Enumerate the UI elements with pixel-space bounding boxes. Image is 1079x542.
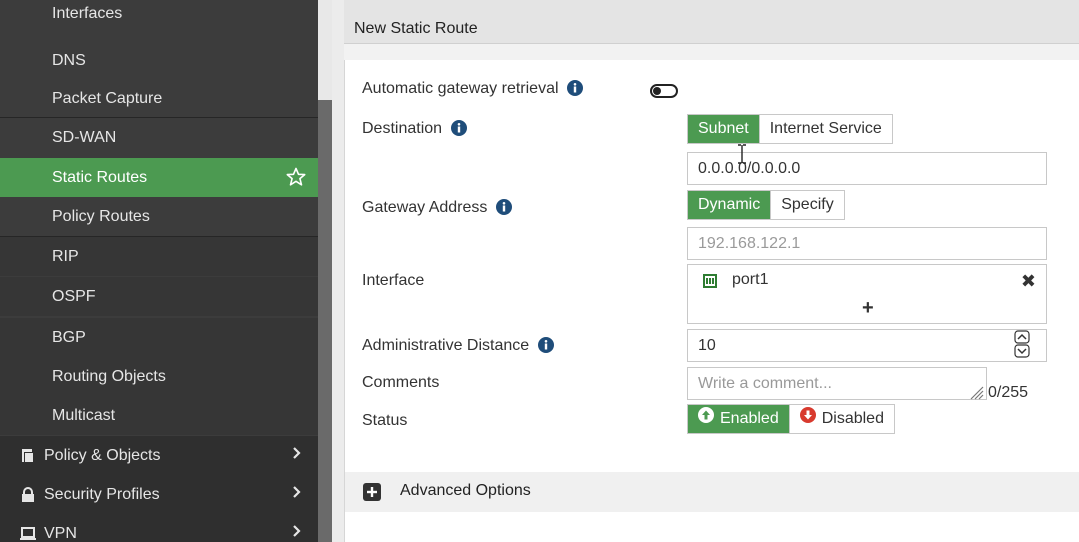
sidebar-item-label: Multicast [52,406,116,424]
sidebar-item-routing-objects[interactable]: Routing Objects [0,357,318,396]
destination-internet-service-option[interactable]: Internet Service [758,115,892,143]
destination-subnet-option[interactable]: Subnet [688,115,759,143]
sidebar-item-label: Static Routes [52,168,148,186]
lock-icon [20,486,44,503]
sidebar-item-packet-capture[interactable]: Packet Capture [0,79,318,118]
sidebar-item-dns[interactable]: DNS [0,43,318,79]
auto-gateway-toggle[interactable] [650,84,678,98]
sidebar-scrollbar-thumb[interactable] [318,100,332,542]
sidebar-item-label: DNS [52,52,86,69]
sidebar-item-bgp[interactable]: BGP [0,318,318,357]
gateway-label: Gateway Address [362,199,488,216]
admin-distance-input[interactable]: 10 [687,329,1047,362]
star-icon[interactable] [286,167,306,192]
number-stepper[interactable] [1014,330,1030,358]
sidebar-item-rip[interactable]: RIP [0,237,318,276]
add-icon[interactable]: + [862,297,874,320]
sidebar-section-label: Policy & Objects [44,446,161,464]
arrow-down-circle-icon [799,405,816,433]
comments-label: Comments [362,374,440,391]
sidebar-item-label: SD-WAN [52,128,117,146]
advanced-options-toggle[interactable]: Advanced Options [345,472,1079,512]
admin-distance-label: Administrative Distance [362,337,530,354]
comments-char-count: 0/255 [988,384,1029,401]
sidebar-item-interfaces[interactable]: Interfaces [0,0,318,33]
sidebar-item-label: Interfaces [52,4,123,22]
page-header: New Static Route [344,0,1079,44]
comments-textarea[interactable]: Write a comment... [687,367,987,400]
port-icon [702,273,718,294]
sidebar-item-sd-wan[interactable]: SD-WAN [0,118,318,157]
sidebar-section-label: VPN [44,524,77,542]
sidebar-item-static-routes[interactable]: Static Routes [0,158,318,197]
resize-grip-icon[interactable] [968,384,984,405]
sidebar-section-label: Security Profiles [44,485,160,503]
policy-icon [20,448,44,464]
status-disabled-option[interactable]: Disabled [788,405,894,433]
sidebar-section-vpn[interactable]: VPN [0,514,318,542]
status-enabled-label: Enabled [720,410,779,427]
sidebar-item-ospf[interactable]: OSPF [0,277,318,316]
gateway-specify-option[interactable]: Specify [770,191,844,219]
status-disabled-label: Disabled [821,410,884,427]
sidebar: Interfaces DNS Packet Capture SD-WAN Sta… [0,0,318,542]
sidebar-item-policy-routes[interactable]: Policy Routes [0,197,318,236]
info-icon[interactable] [495,199,512,220]
status-enabled-option[interactable]: Enabled [688,405,789,433]
status-switch: Enabled Disabled [687,404,895,434]
sidebar-section-policy-objects[interactable]: Policy & Objects [0,436,318,475]
sidebar-item-label: RIP [52,247,79,265]
sidebar-item-label: Routing Objects [52,367,166,385]
page-title: New Static Route [354,20,478,37]
destination-type-switch: Subnet Internet Service [687,114,893,144]
expand-plus-icon [363,483,381,506]
monitor-icon [20,526,44,542]
interface-label: Interface [362,272,425,289]
sidebar-item-label: OSPF [52,287,96,305]
auto-gateway-row: Automatic gateway retrieval [362,80,583,101]
gateway-type-switch: Dynamic Specify [687,190,845,220]
chevron-right-icon [292,485,302,504]
sidebar-item-multicast[interactable]: Multicast [0,396,318,435]
status-label: Status [362,412,408,429]
info-icon[interactable] [450,120,467,141]
info-icon[interactable] [537,337,554,358]
remove-icon[interactable]: ✖ [1021,271,1036,292]
sidebar-section-security-profiles[interactable]: Security Profiles [0,475,318,514]
arrow-up-circle-icon [698,405,714,433]
sidebar-item-label: Packet Capture [52,89,163,107]
interface-selector[interactable]: port1 ✖ + [687,264,1047,324]
text-cursor-icon [737,144,747,169]
chevron-right-icon [292,524,302,542]
admin-distance-row: Administrative Distance [362,337,554,358]
gateway-dynamic-option[interactable]: Dynamic [688,191,771,219]
destination-row: Destination [362,120,467,141]
info-icon[interactable] [566,80,583,101]
gateway-row: Gateway Address [362,199,512,220]
auto-gateway-label: Automatic gateway retrieval [362,80,559,97]
header-spacer [344,44,1079,60]
advanced-options-label: Advanced Options [400,482,531,499]
destination-label: Destination [362,120,443,137]
sidebar-item-label: Policy Routes [52,207,150,225]
splitter [332,0,344,542]
sidebar-item-label: BGP [52,328,86,346]
chevron-right-icon [292,446,302,465]
gateway-input[interactable]: 192.168.122.1 [687,227,1047,260]
interface-value: port1 [732,271,769,288]
